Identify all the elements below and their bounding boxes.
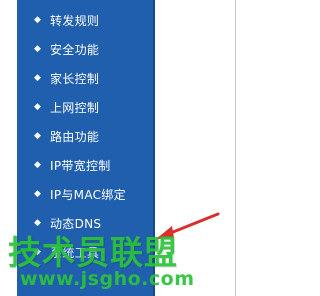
sidebar-item-label: 转发规则 — [50, 14, 100, 28]
sidebar-item-label: IP与MAC绑定 — [50, 188, 126, 202]
sidebar-menu: ◆ 转发规则 ◆ 安全功能 ◆ 家长控制 ◆ 上网控制 ◆ 路由功能 ◆ IP带… — [17, 6, 155, 267]
diamond-bullet-icon: ◆ — [34, 218, 41, 228]
sidebar-item-ip-bandwidth[interactable]: ◆ IP带宽控制 — [17, 151, 155, 180]
diamond-bullet-icon: ◆ — [34, 15, 41, 25]
sidebar-item-routing[interactable]: ◆ 路由功能 — [17, 122, 155, 151]
sidebar-item-dynamic-dns[interactable]: ◆ 动态DNS — [17, 209, 155, 238]
sidebar-nav: ◆ 转发规则 ◆ 安全功能 ◆ 家长控制 ◆ 上网控制 ◆ 路由功能 ◆ IP带… — [17, 0, 155, 296]
router-admin-page: ◆ 转发规则 ◆ 安全功能 ◆ 家长控制 ◆ 上网控制 ◆ 路由功能 ◆ IP带… — [0, 0, 243, 296]
diamond-bullet-icon: ◆ — [34, 102, 41, 112]
sidebar-item-forwarding-rules[interactable]: ◆ 转发规则 — [17, 6, 155, 35]
sidebar-item-label: 家长控制 — [50, 72, 100, 86]
diamond-bullet-icon: ◆ — [34, 247, 41, 257]
sidebar-item-label: 动态DNS — [50, 217, 102, 231]
sidebar-item-label: 安全功能 — [50, 43, 100, 57]
sidebar-item-label: 上网控制 — [50, 101, 100, 115]
sidebar-item-security[interactable]: ◆ 安全功能 — [17, 35, 155, 64]
red-pointer-arrow-icon — [156, 212, 220, 239]
sidebar-item-label: 路由功能 — [50, 130, 100, 144]
diamond-bullet-icon: ◆ — [34, 189, 41, 199]
content-border-divider — [235, 0, 236, 296]
diamond-bullet-icon: ◆ — [34, 160, 41, 170]
diamond-bullet-icon: ◆ — [34, 44, 41, 54]
sidebar-item-parental-control[interactable]: ◆ 家长控制 — [17, 64, 155, 93]
sidebar-item-system-tools[interactable]: ◆ 系统工具 — [17, 238, 155, 267]
sidebar-item-label: 系统工具 — [50, 246, 100, 260]
sidebar-item-ip-mac-binding[interactable]: ◆ IP与MAC绑定 — [17, 180, 155, 209]
content-pane — [157, 0, 243, 296]
sidebar-item-label: IP带宽控制 — [50, 159, 111, 173]
sidebar-item-internet-control[interactable]: ◆ 上网控制 — [17, 93, 155, 122]
diamond-bullet-icon: ◆ — [34, 73, 41, 83]
diamond-bullet-icon: ◆ — [34, 131, 41, 141]
